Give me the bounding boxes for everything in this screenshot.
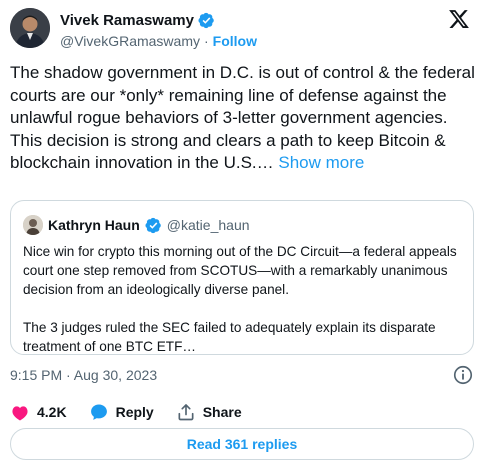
quoted-paragraph: The 3 judges ruled the SEC failed to ade… [23, 320, 436, 354]
tweet-body: The shadow government in D.C. is out of … [10, 62, 476, 175]
author-name[interactable]: Vivek Ramaswamy [60, 12, 194, 29]
reply-label: Reply [115, 404, 154, 420]
reply-bubble-icon [90, 404, 107, 420]
heart-icon [12, 406, 28, 421]
tweet-timestamp[interactable]: 9:15 PM · Aug 30, 2023 [10, 367, 157, 383]
quoted-author-name: Kathryn Haun [48, 217, 140, 233]
share-button[interactable]: Share [176, 402, 242, 422]
author-avatar[interactable] [10, 8, 50, 48]
read-replies-button[interactable]: Read 361 replies [10, 428, 474, 460]
quoted-paragraph: Nice win for crypto this morning out of … [23, 244, 457, 297]
share-icon [178, 404, 194, 421]
quoted-tweet[interactable]: Kathryn Haun @katie_haun Nice win for cr… [10, 200, 474, 355]
verified-badge-icon [198, 12, 214, 29]
quoted-author-handle: @katie_haun [166, 217, 250, 233]
tweet-text: The shadow government in D.C. is out of … [10, 63, 475, 172]
reply-button[interactable]: Reply [89, 402, 154, 422]
author-handle[interactable]: @VivekGRamaswamy [60, 33, 200, 49]
x-logo-icon[interactable] [448, 8, 470, 30]
follow-button[interactable]: Follow [213, 33, 257, 49]
show-more-link[interactable]: Show more [278, 153, 364, 172]
like-button[interactable]: 4.2K [10, 402, 67, 422]
like-count: 4.2K [37, 404, 67, 420]
tweet-header: Vivek Ramaswamy @VivekGRamaswamy · Follo… [10, 8, 476, 56]
read-replies-label: Read 361 replies [186, 436, 298, 452]
quoted-author-avatar [23, 215, 43, 235]
tweet-actions: 4.2K Reply Share [10, 400, 264, 424]
verified-badge-icon [145, 217, 161, 233]
quoted-tweet-text: Nice win for crypto this morning out of … [23, 242, 463, 356]
info-icon[interactable] [452, 364, 474, 386]
share-label: Share [202, 404, 242, 420]
separator-dot: · [204, 33, 209, 49]
